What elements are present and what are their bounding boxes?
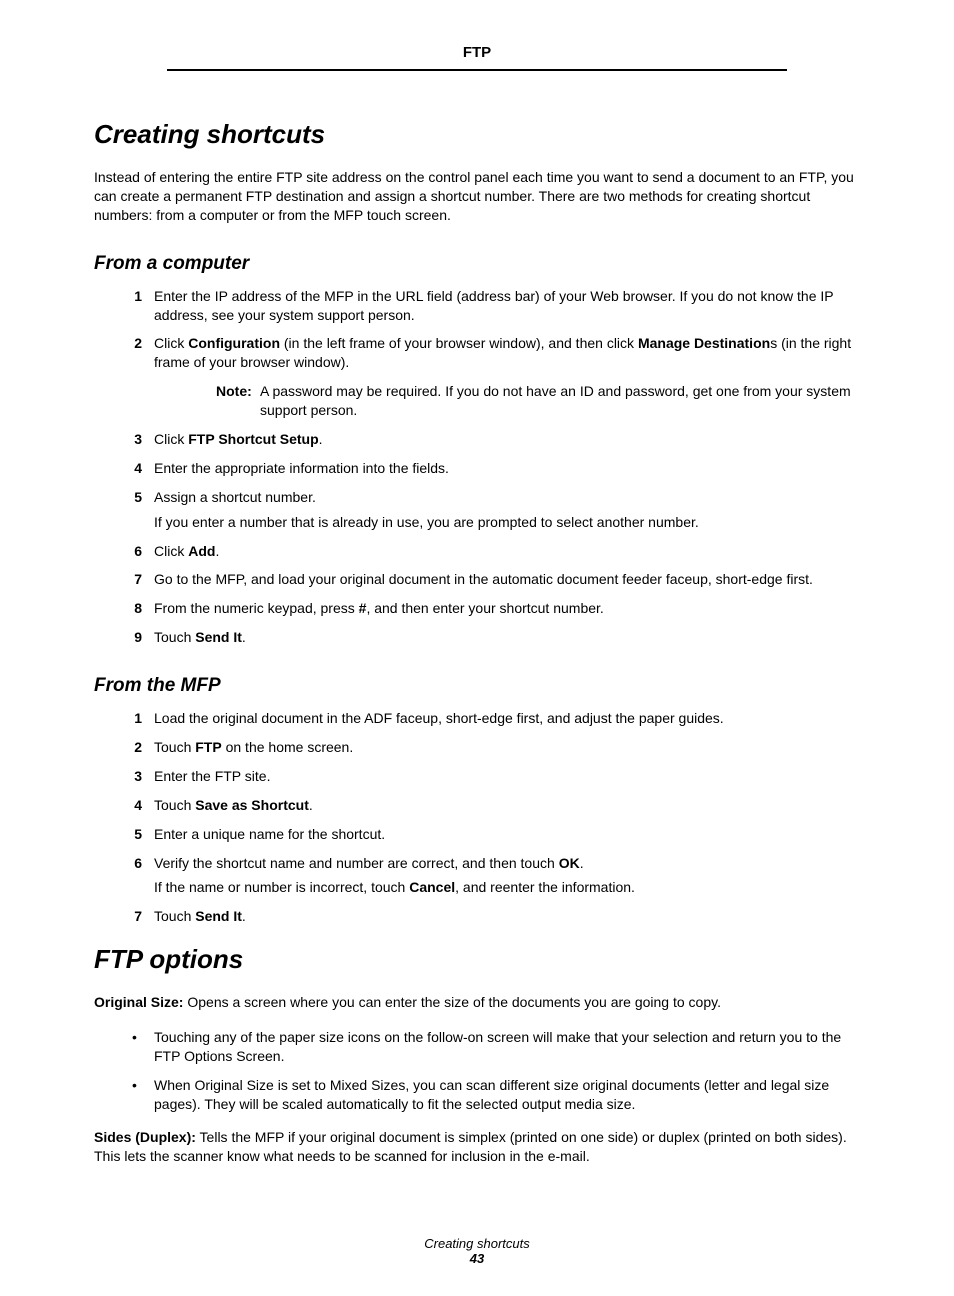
step-number: 4 <box>124 796 142 815</box>
step-text: Touch FTP on the home screen. <box>154 739 353 755</box>
step-text: Enter the appropriate information into t… <box>154 460 449 476</box>
step-text: Go to the MFP, and load your original do… <box>154 571 813 587</box>
page-footer: Creating shortcuts 43 <box>94 1236 860 1266</box>
step-number: 9 <box>124 628 142 647</box>
step-item: 7 Touch Send It. <box>124 907 860 926</box>
step-item: 2 Touch FTP on the home screen. <box>124 738 860 757</box>
step-item: 8 From the numeric keypad, press #, and … <box>124 599 860 618</box>
section-heading-ftp-options: FTP options <box>94 944 860 975</box>
section-heading-creating-shortcuts: Creating shortcuts <box>94 119 860 150</box>
bullet-item: Touching any of the paper size icons on … <box>124 1028 860 1066</box>
step-number: 5 <box>124 488 142 507</box>
step-number: 6 <box>124 542 142 561</box>
step-number: 7 <box>124 570 142 589</box>
step-text: Touch Save as Shortcut. <box>154 797 313 813</box>
step-text: Click Configuration (in the left frame o… <box>154 335 851 370</box>
steps-from-computer: 1 Enter the IP address of the MFP in the… <box>124 287 860 647</box>
step-number: 3 <box>124 430 142 449</box>
step-subtext: If you enter a number that is already in… <box>154 513 860 532</box>
step-subtext: If the name or number is incorrect, touc… <box>154 878 860 897</box>
steps-from-mfp: 1 Load the original document in the ADF … <box>124 709 860 926</box>
step-item: 5 Enter a unique name for the shortcut. <box>124 825 860 844</box>
note-block: Note: A password may be required. If you… <box>216 382 860 420</box>
footer-title: Creating shortcuts <box>94 1236 860 1251</box>
step-number: 4 <box>124 459 142 478</box>
step-item: 6 Click Add. <box>124 542 860 561</box>
step-text: Click Add. <box>154 543 219 559</box>
note-text: A password may be required. If you do no… <box>260 383 851 418</box>
step-item: 9 Touch Send It. <box>124 628 860 647</box>
step-item: 1 Enter the IP address of the MFP in the… <box>124 287 860 325</box>
step-text: Click FTP Shortcut Setup. <box>154 431 323 447</box>
step-number: 8 <box>124 599 142 618</box>
step-text: Enter the IP address of the MFP in the U… <box>154 288 833 323</box>
step-number: 3 <box>124 767 142 786</box>
step-number: 7 <box>124 907 142 926</box>
step-item: 4 Enter the appropriate information into… <box>124 459 860 478</box>
step-text: From the numeric keypad, press #, and th… <box>154 600 604 616</box>
step-item: 4 Touch Save as Shortcut. <box>124 796 860 815</box>
step-number: 2 <box>124 738 142 757</box>
step-item: 7 Go to the MFP, and load your original … <box>124 570 860 589</box>
step-item: 1 Load the original document in the ADF … <box>124 709 860 728</box>
subsection-heading-from-computer: From a computer <box>94 253 860 275</box>
step-number: 2 <box>124 334 142 353</box>
bullet-item: When Original Size is set to Mixed Sizes… <box>124 1076 860 1114</box>
step-text: Enter a unique name for the shortcut. <box>154 826 385 842</box>
note-label: Note: <box>216 382 252 401</box>
step-text: Touch Send It. <box>154 908 246 924</box>
footer-page-number: 43 <box>94 1251 860 1266</box>
intro-paragraph: Instead of entering the entire FTP site … <box>94 168 860 225</box>
step-text: Enter the FTP site. <box>154 768 270 784</box>
step-number: 5 <box>124 825 142 844</box>
step-text: Touch Send It. <box>154 629 246 645</box>
sides-duplex-text: Tells the MFP if your original document … <box>94 1129 847 1164</box>
step-number: 1 <box>124 287 142 306</box>
step-item: 3 Click FTP Shortcut Setup. <box>124 430 860 449</box>
page-header: FTP <box>167 44 787 71</box>
step-number: 1 <box>124 709 142 728</box>
original-size-label: Original Size: <box>94 994 183 1010</box>
step-item: 6 Verify the shortcut name and number ar… <box>124 854 860 898</box>
original-size-text: Opens a screen where you can enter the s… <box>183 994 721 1010</box>
options-bullet-list: Touching any of the paper size icons on … <box>124 1028 860 1114</box>
subsection-heading-from-mfp: From the MFP <box>94 675 860 697</box>
step-text: Load the original document in the ADF fa… <box>154 710 724 726</box>
sides-duplex-paragraph: Sides (Duplex): Tells the MFP if your or… <box>94 1128 860 1166</box>
sides-duplex-label: Sides (Duplex): <box>94 1129 196 1145</box>
step-item: 5 Assign a shortcut number. If you enter… <box>124 488 860 532</box>
step-item: 3 Enter the FTP site. <box>124 767 860 786</box>
step-number: 6 <box>124 854 142 873</box>
original-size-paragraph: Original Size: Opens a screen where you … <box>94 993 860 1012</box>
step-item: 2 Click Configuration (in the left frame… <box>124 334 860 420</box>
step-text: Assign a shortcut number. <box>154 489 316 505</box>
step-text: Verify the shortcut name and number are … <box>154 855 584 871</box>
